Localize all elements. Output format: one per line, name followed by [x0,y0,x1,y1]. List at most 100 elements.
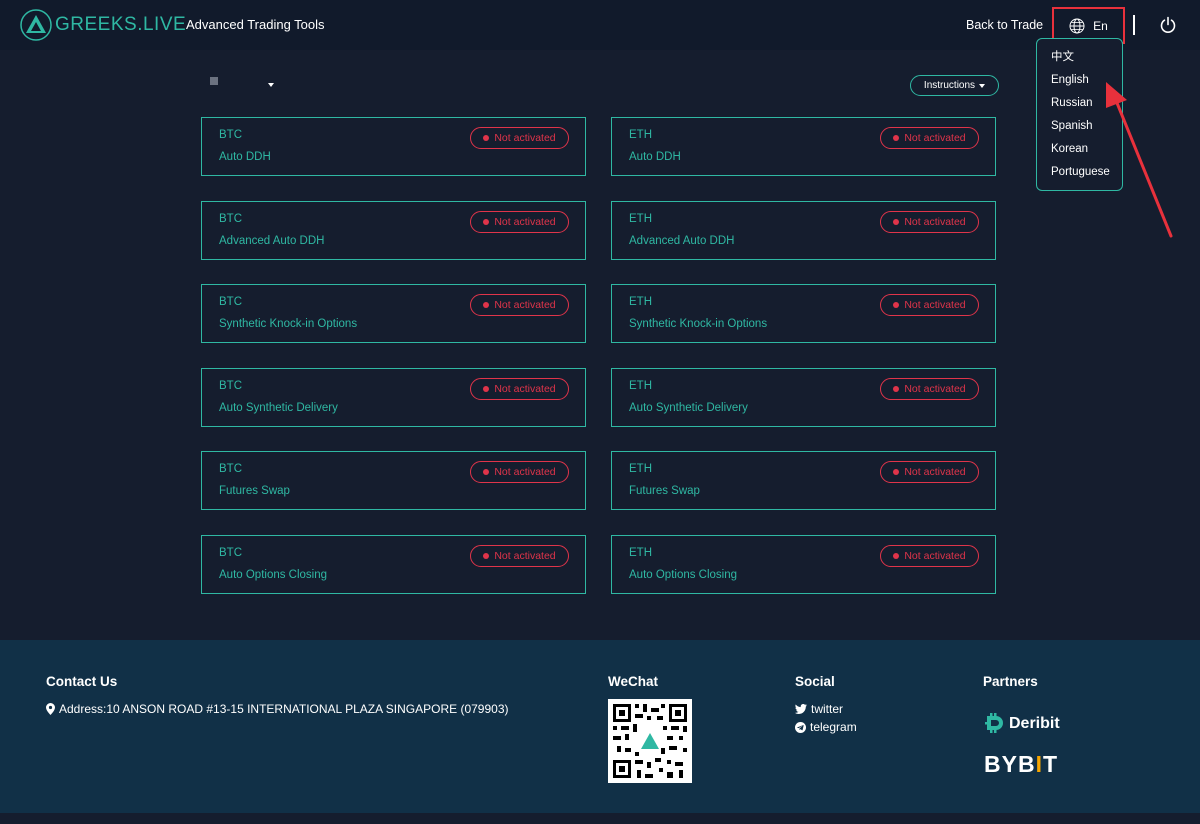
tool-card[interactable]: BTC Futures Swap Not activated [201,451,586,510]
brand-logo[interactable]: GREEKS.LIVE [20,9,186,41]
status-badge: Not activated [470,127,569,149]
wechat-heading: WeChat [608,674,659,689]
deribit-logo[interactable]: Deribit [983,713,1060,735]
app-title: Advanced Trading Tools [186,17,325,32]
status-dot-icon [483,302,490,308]
caret-down-icon [979,83,986,88]
twitter-label: twitter [811,702,844,716]
telegram-icon [795,721,806,733]
status-dot-icon [483,469,490,475]
status-badge: Not activated [470,545,569,567]
status-badge: Not activated [880,211,979,233]
instructions-label: Instructions [923,80,976,91]
status-badge: Not activated [470,378,569,400]
footer-bottom-bar [0,813,1200,824]
card-tool-name: Synthetic Knock-in Options [219,318,358,330]
card-coin: ETH [629,129,652,141]
tool-card[interactable]: ETH Advanced Auto DDH Not activated [611,201,996,260]
status-text: Not activated [904,550,966,562]
contact-heading: Contact Us [46,674,118,689]
status-badge: Not activated [880,378,979,400]
annotation-arrow [1106,82,1173,238]
back-to-trade-link[interactable]: Back to Trade [966,18,1043,32]
telegram-link[interactable]: telegram [795,720,857,734]
wechat-qr-code [608,699,692,783]
twitter-link[interactable]: twitter [795,702,843,716]
bybit-logo[interactable]: BYBIT [984,751,1058,778]
card-coin: BTC [219,129,242,141]
status-dot-icon [483,553,490,559]
status-text: Not activated [494,383,556,395]
card-tool-name: Auto Synthetic Delivery [629,402,748,414]
tool-card[interactable]: BTC Auto Synthetic Delivery Not activate… [201,368,586,427]
brand-name: GREEKS.LIVE [55,14,187,35]
tool-card[interactable]: ETH Auto DDH Not activated [611,117,996,176]
card-coin: ETH [629,547,652,559]
twitter-icon [795,704,807,714]
status-dot-icon [893,469,900,475]
instructions-button[interactable]: Instructions [910,75,999,96]
status-dot-icon [483,135,490,141]
card-coin: BTC [219,380,242,392]
status-text: Not activated [904,466,966,478]
bybit-label-pre: BYB [984,751,1036,777]
tool-card[interactable]: BTC Auto Options Closing Not activated [201,535,586,594]
card-tool-name: Futures Swap [219,485,290,497]
card-coin: BTC [219,463,242,475]
card-coin: ETH [629,380,652,392]
status-badge: Not activated [880,545,979,567]
status-dot-icon [893,219,900,225]
social-heading: Social [795,674,835,689]
card-tool-name: Auto DDH [219,151,271,163]
status-text: Not activated [904,132,966,144]
status-badge: Not activated [880,461,979,483]
status-text: Not activated [494,216,556,228]
map-pin-icon [46,703,55,715]
contact-address: Address:10 ANSON ROAD #13-15 INTERNATION… [46,702,509,716]
bybit-label-post: T [1042,751,1059,777]
language-option-chinese[interactable]: 中文 [1037,49,1122,72]
tool-card[interactable]: BTC Auto DDH Not activated [201,117,586,176]
status-dot-icon [893,553,900,559]
language-current: En [1093,18,1108,33]
caret-down-icon[interactable] [268,83,274,87]
tool-card[interactable]: ETH Futures Swap Not activated [611,451,996,510]
tool-card[interactable]: BTC Synthetic Knock-in Options Not activ… [201,284,586,343]
card-tool-name: Advanced Auto DDH [629,235,735,247]
card-coin: BTC [219,213,242,225]
globe-icon [1069,18,1085,33]
tool-card[interactable]: ETH Auto Synthetic Delivery Not activate… [611,368,996,427]
top-nav: GREEKS.LIVE Advanced Trading Tools Back … [0,0,1200,50]
status-dot-icon [483,386,490,392]
deribit-icon [985,713,1003,733]
status-badge: Not activated [470,461,569,483]
card-tool-name: Auto Options Closing [629,569,738,581]
deribit-label: Deribit [1009,715,1060,732]
logo-icon [20,9,52,41]
power-icon[interactable] [1159,16,1177,34]
status-text: Not activated [904,299,966,311]
card-tool-name: Auto Options Closing [219,569,328,581]
header-divider [1133,15,1135,35]
status-badge: Not activated [880,294,979,316]
card-tool-name: Futures Swap [629,485,700,497]
status-badge: Not activated [880,127,979,149]
status-badge: Not activated [470,294,569,316]
card-tool-name: Advanced Auto DDH [219,235,325,247]
address-text: Address:10 ANSON ROAD #13-15 INTERNATION… [59,702,509,716]
status-text: Not activated [494,466,556,478]
status-text: Not activated [494,550,556,562]
telegram-label: telegram [810,720,857,734]
card-tool-name: Synthetic Knock-in Options [629,318,768,330]
tool-card[interactable]: ETH Auto Options Closing Not activated [611,535,996,594]
bybit-label-i: I [1035,751,1043,777]
partners-heading: Partners [983,674,1038,689]
status-text: Not activated [494,299,556,311]
tool-card[interactable]: BTC Advanced Auto DDH Not activated [201,201,586,260]
filter-select-icon[interactable] [210,77,218,85]
tool-card[interactable]: ETH Synthetic Knock-in Options Not activ… [611,284,996,343]
card-tool-name: Auto Synthetic Delivery [219,402,338,414]
card-coin: BTC [219,296,242,308]
card-coin: ETH [629,296,652,308]
card-coin: ETH [629,213,652,225]
